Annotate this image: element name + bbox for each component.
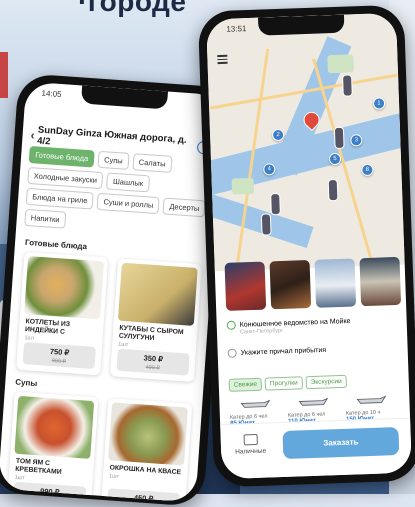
chip-ready-meals[interactable]: Готовые блюда — [28, 145, 95, 168]
dish-image — [117, 262, 198, 326]
boat-marker-icon[interactable] — [260, 213, 272, 236]
dish-image — [108, 402, 188, 466]
map-pin[interactable]: 8 — [361, 163, 374, 177]
map-pin[interactable]: 1 — [372, 97, 386, 110]
phone-boat-app: 13:51 2 3 4 8 5 1 Конюшенное ведомство н… — [197, 4, 415, 488]
excursion-photo[interactable] — [269, 259, 312, 310]
phone-food-app: 14:05 ‹ SunDay Ginza Южная дорога, д. 4/… — [0, 73, 233, 507]
map-park — [231, 177, 255, 195]
dish-price: 450 ₽ — [133, 493, 154, 503]
add-to-cart-button[interactable]: 350 ₽ 400 ₽ — [116, 348, 190, 376]
map-park — [327, 54, 354, 74]
tab-walks[interactable]: Прогулки — [264, 376, 303, 391]
chip-cold-snacks[interactable]: Холодные закуски — [27, 166, 104, 190]
notch — [80, 85, 168, 110]
chip-drinks[interactable]: Напитки — [24, 208, 67, 229]
boat-icon — [287, 393, 339, 409]
status-time: 14:05 — [41, 88, 62, 100]
chip-grill[interactable]: Блюда на гриле — [25, 187, 95, 210]
back-arrow-icon[interactable]: ‹ — [30, 128, 35, 142]
payment-label: Наличные — [235, 447, 267, 456]
excursion-photo[interactable] — [314, 258, 357, 308]
bottom-action-bar: Наличные Заказать — [220, 417, 412, 480]
dish-image — [14, 395, 95, 459]
boat-icon — [345, 391, 397, 407]
boat-app-screen: 13:51 2 3 4 8 5 1 Конюшенное ведомство н… — [206, 12, 412, 480]
red-marker — [0, 52, 8, 98]
notch — [257, 14, 345, 36]
boat-icon — [229, 395, 281, 411]
dish-card[interactable]: КОТЛЕТЫ ИЗ ИНДЕЙКИ С 1шт 750 ₽ 900 ₽ — [16, 251, 109, 376]
dish-card[interactable]: КУТАБЫ С СЫРОМ СУЛУГУНИ 1шт 350 ₽ 400 ₽ — [109, 258, 203, 382]
map-pin[interactable]: 5 — [328, 152, 342, 166]
order-button[interactable]: Заказать — [282, 426, 400, 460]
map-river — [206, 189, 314, 248]
boat-marker-icon[interactable] — [270, 192, 281, 216]
dish-card[interactable]: ОКРОШКА НА КВАСЕ 1шт 450 ₽ — [100, 398, 193, 503]
excursion-photo[interactable] — [224, 261, 267, 311]
excursion-photo[interactable] — [359, 256, 402, 307]
payment-card-icon — [243, 433, 258, 446]
add-to-cart-button[interactable]: 750 ₽ 900 ₽ — [22, 342, 96, 370]
boat-marker-icon[interactable] — [327, 178, 339, 202]
chip-salads[interactable]: Салаты — [132, 153, 173, 173]
food-app-screen: 14:05 ‹ SunDay Ginza Южная дорога, д. 4/… — [0, 81, 224, 503]
chip-desserts[interactable]: Десерты — [162, 197, 206, 218]
destination-dot-icon — [227, 348, 237, 358]
status-time: 13:51 — [226, 24, 247, 34]
excursion-photos — [224, 256, 402, 311]
chip-shashlik[interactable]: Шашлык — [106, 172, 150, 193]
origin-dot-icon — [226, 320, 236, 330]
tab-fresh[interactable]: Свежие — [228, 377, 263, 392]
route-to-label: Укажите причал прибытия — [240, 346, 327, 357]
dish-image — [24, 256, 104, 320]
headline: ·городе — [78, 0, 187, 17]
add-to-cart-button[interactable]: 450 ₽ — [106, 488, 180, 503]
payment-method[interactable]: Наличные — [235, 433, 267, 456]
section-title-soups: Супы — [15, 377, 38, 389]
chip-soups[interactable]: Супы — [97, 150, 130, 170]
route-from[interactable]: Конюшенное ведомство на Мойке Санкт-Пете… — [226, 315, 399, 336]
tab-excursions[interactable]: Экскурсии — [305, 374, 347, 390]
dish-card[interactable]: ТОМ ЯМ С КРЕВЕТКАМИ 1шт 990 ₽ — [6, 391, 99, 503]
chip-sushi[interactable]: Суши и роллы — [96, 192, 161, 215]
map-view[interactable]: 13:51 2 3 4 8 5 1 — [206, 12, 405, 272]
boat-marker-icon[interactable] — [333, 126, 345, 150]
boat-marker-icon[interactable] — [342, 74, 353, 97]
section-title-ready: Готовые блюда — [24, 237, 88, 252]
route-to[interactable]: Укажите причал прибытия — [227, 343, 400, 358]
tour-tabs: Свежие Прогулки Экскурсии — [228, 374, 347, 392]
menu-icon[interactable] — [217, 53, 228, 66]
category-chips: Готовые блюда Супы Салаты Холодные закус… — [24, 145, 213, 239]
